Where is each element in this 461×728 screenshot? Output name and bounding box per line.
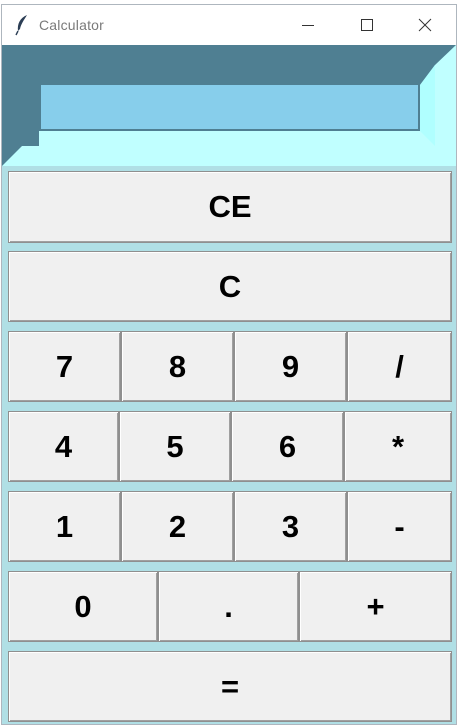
- digit-1-button[interactable]: 1: [8, 491, 121, 562]
- maximize-button[interactable]: [344, 5, 390, 45]
- subtract-button[interactable]: -: [347, 491, 452, 562]
- digit-0-button[interactable]: 0: [8, 571, 158, 642]
- digit-2-button[interactable]: 2: [121, 491, 234, 562]
- display-frame: [2, 45, 456, 166]
- close-icon: [418, 18, 432, 32]
- clear-button[interactable]: C: [8, 251, 452, 322]
- clear-entry-button[interactable]: CE: [8, 171, 452, 243]
- minimize-button[interactable]: [285, 5, 331, 45]
- maximize-icon: [361, 19, 373, 31]
- feather-icon: [14, 14, 30, 36]
- title-bar[interactable]: Calculator: [2, 5, 456, 45]
- digit-7-button[interactable]: 7: [8, 331, 121, 402]
- close-button[interactable]: [402, 5, 448, 45]
- divide-button[interactable]: /: [347, 331, 452, 402]
- add-button[interactable]: +: [299, 571, 452, 642]
- digit-5-button[interactable]: 5: [119, 411, 231, 482]
- decimal-point-button[interactable]: .: [158, 571, 299, 642]
- display-input[interactable]: [41, 85, 418, 129]
- digit-6-button[interactable]: 6: [231, 411, 344, 482]
- digit-4-button[interactable]: 4: [8, 411, 119, 482]
- minimize-icon: [302, 25, 314, 26]
- digit-3-button[interactable]: 3: [234, 491, 347, 562]
- window-title: Calculator: [39, 17, 105, 33]
- digit-8-button[interactable]: 8: [121, 331, 234, 402]
- calculator-body: CE C 7 8 9 / 4 5 6 * 1 2 3 - 0 . + =: [2, 45, 456, 724]
- equals-button[interactable]: =: [8, 651, 452, 722]
- digit-9-button[interactable]: 9: [234, 331, 347, 402]
- calculator-window: Calculator CE C 7 8 9 / 4 5 6 * 1 2 3 - …: [1, 4, 457, 725]
- multiply-button[interactable]: *: [344, 411, 452, 482]
